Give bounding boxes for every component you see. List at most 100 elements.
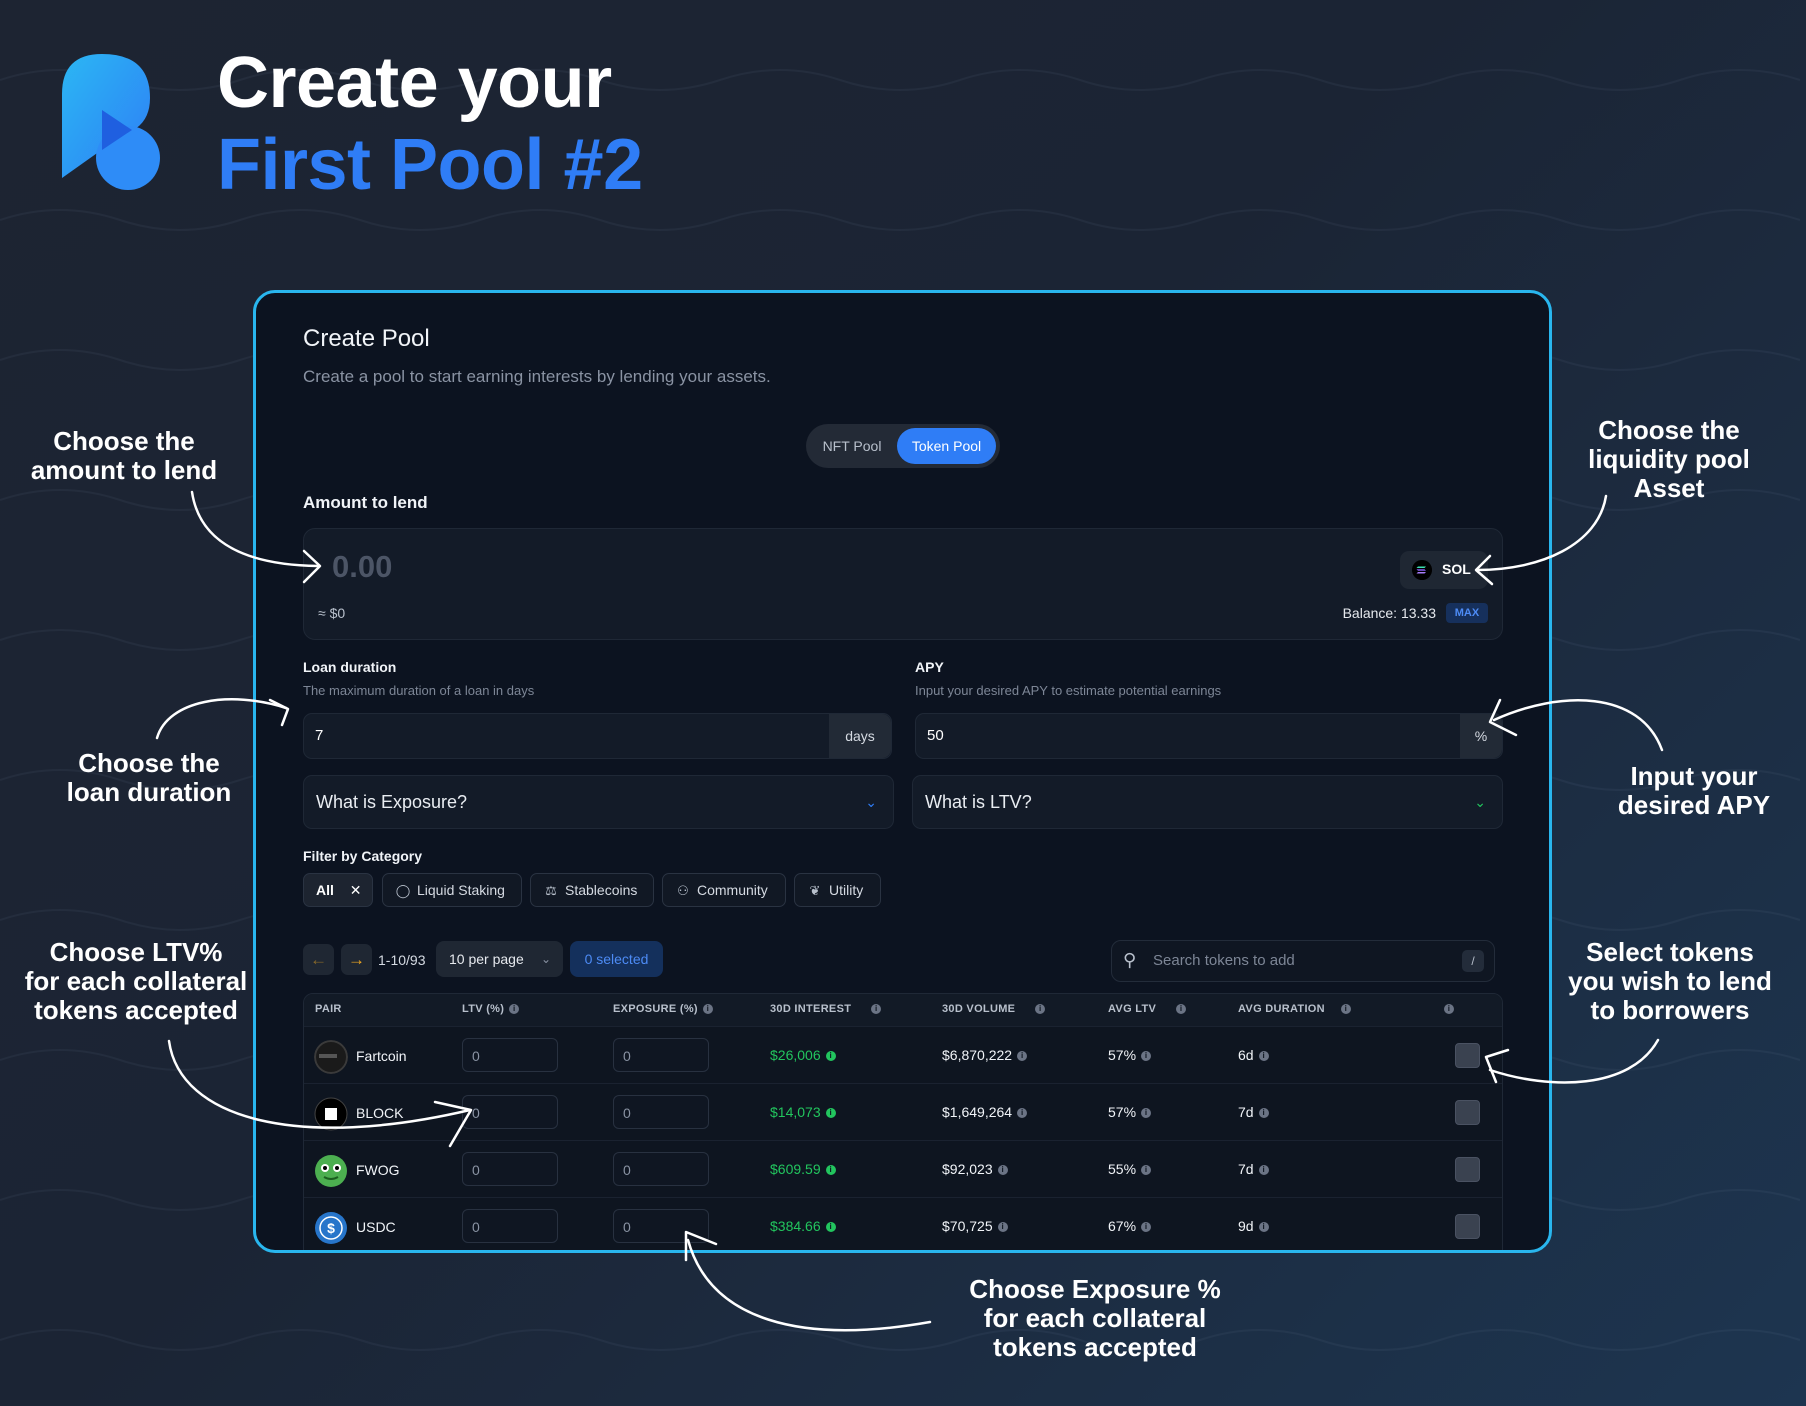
close-icon[interactable]: ✕ bbox=[350, 882, 362, 898]
annotation-line: Select tokens bbox=[1586, 937, 1754, 967]
avg-duration-cell: 7d i bbox=[1238, 1104, 1269, 1120]
select-checkbox[interactable] bbox=[1455, 1043, 1480, 1068]
avg-ltv-cell: 67% i bbox=[1108, 1218, 1152, 1234]
info-icon[interactable]: i bbox=[825, 1108, 836, 1119]
filter-chip-liquid-staking[interactable]: ◯ Liquid Staking bbox=[382, 873, 522, 907]
avg-ltv-cell: 57% i bbox=[1108, 1104, 1152, 1120]
select-checkbox[interactable] bbox=[1455, 1100, 1480, 1125]
table-row[interactable]: $ USDC 0 0 $384.66 i $70,725 i 67% i 9d i bbox=[304, 1197, 1502, 1250]
fartcoin-avatar bbox=[314, 1040, 348, 1074]
info-icon[interactable]: i bbox=[1017, 1051, 1028, 1062]
avg-ltv-value: 67% bbox=[1108, 1218, 1137, 1234]
info-icon[interactable]: i bbox=[1258, 1165, 1269, 1176]
usdc-avatar: $ bbox=[315, 1212, 347, 1244]
annotation-amount: Choose the amount to lend bbox=[28, 427, 220, 485]
avg-ltv-value: 57% bbox=[1108, 1047, 1137, 1063]
select-checkbox[interactable] bbox=[1455, 1214, 1480, 1239]
table-row[interactable]: BLOCK 0 0 $14,073 i $1,649,264 i 57% i 7d i bbox=[304, 1083, 1502, 1140]
ltv-input[interactable]: 0 bbox=[462, 1095, 558, 1129]
annotation-line: amount to lend bbox=[30, 455, 218, 485]
filter-chip-utility[interactable]: ❦ Utility bbox=[794, 873, 881, 907]
annotation-line: to borrowers bbox=[1590, 995, 1750, 1025]
info-icon[interactable]: i bbox=[1444, 1004, 1454, 1015]
chip-label: All bbox=[316, 882, 334, 898]
ltv-accordion[interactable]: What is LTV? ⌄ bbox=[912, 775, 1503, 829]
info-icon[interactable]: i bbox=[1340, 1004, 1351, 1015]
exposure-accordion[interactable]: What is Exposure? ⌄ bbox=[303, 775, 894, 829]
info-icon[interactable]: i bbox=[1017, 1108, 1028, 1119]
loan-duration-input[interactable]: 7 days bbox=[303, 713, 892, 759]
info-icon[interactable]: i bbox=[1176, 1004, 1187, 1015]
annotation-line: Asset bbox=[1633, 473, 1705, 503]
info-icon[interactable]: i bbox=[825, 1165, 836, 1176]
info-icon[interactable]: i bbox=[1141, 1165, 1152, 1176]
info-icon[interactable]: i bbox=[702, 1004, 713, 1015]
info-icon[interactable]: i bbox=[825, 1222, 836, 1233]
info-icon[interactable]: i bbox=[997, 1165, 1008, 1176]
exposure-value: 0 bbox=[623, 1048, 631, 1064]
filter-chip-stablecoins[interactable]: ⚖ Stablecoins bbox=[530, 873, 654, 907]
days-suffix: days bbox=[829, 714, 891, 758]
exposure-value: 0 bbox=[623, 1105, 631, 1121]
tab-nft-pool[interactable]: NFT Pool bbox=[812, 428, 892, 464]
apy-label: APY bbox=[915, 659, 944, 675]
ltv-input[interactable]: 0 bbox=[462, 1038, 558, 1072]
per-page-value: 10 per page bbox=[449, 951, 524, 967]
asset-select-button[interactable]: SOL bbox=[1400, 551, 1488, 589]
tab-token-pool[interactable]: Token Pool bbox=[897, 428, 996, 464]
avg-ltv-value: 57% bbox=[1108, 1104, 1137, 1120]
filter-label: Filter by Category bbox=[303, 848, 423, 864]
info-icon[interactable]: i bbox=[1035, 1004, 1046, 1015]
ltv-input[interactable]: 0 bbox=[462, 1209, 558, 1243]
volume-value: $92,023 bbox=[942, 1161, 993, 1177]
table-row[interactable]: Fartcoin 0 0 $26,006 i $6,870,222 i 57% i 6… bbox=[304, 1026, 1502, 1083]
annotation-line: you wish to lend bbox=[1568, 966, 1772, 996]
exposure-input[interactable]: 0 bbox=[613, 1209, 709, 1243]
annotation-line: Choose the bbox=[1598, 415, 1740, 445]
ltv-accordion-title: What is LTV? bbox=[925, 792, 1032, 812]
table-row[interactable]: FWOG 0 0 $609.59 i $92,023 i 55% i 7d i bbox=[304, 1140, 1502, 1197]
amount-input-box[interactable]: 0.00 ≈ $0 SOL Balance: 13.33 MAX bbox=[303, 528, 1503, 640]
info-icon[interactable]: i bbox=[1258, 1108, 1269, 1119]
annotation-line: for each collateral bbox=[983, 1303, 1207, 1333]
avg-duration-cell: 6d i bbox=[1238, 1047, 1269, 1063]
solana-icon bbox=[1412, 560, 1432, 580]
apy-input[interactable]: 50 % bbox=[915, 713, 1503, 759]
volume-cell: $92,023 i bbox=[942, 1161, 1008, 1177]
info-icon[interactable]: i bbox=[1141, 1222, 1152, 1233]
page-title: Create your First Pool #2 bbox=[217, 42, 643, 206]
info-icon[interactable]: i bbox=[871, 1004, 882, 1015]
table-header: PAIR LTV (%) i EXPOSURE (%) i 30D INTEREST… bbox=[304, 994, 1502, 1026]
prev-page-button[interactable]: ← bbox=[303, 944, 334, 975]
annotation-line: for each collateral bbox=[24, 966, 248, 996]
percent-suffix: % bbox=[1460, 714, 1502, 758]
ltv-value: 0 bbox=[472, 1162, 480, 1178]
token-search-input[interactable]: ⚲ Search tokens to add / bbox=[1111, 940, 1495, 982]
info-icon[interactable]: i bbox=[997, 1222, 1008, 1233]
filter-chip-all[interactable]: All ✕ bbox=[303, 873, 373, 907]
info-icon[interactable]: i bbox=[1141, 1108, 1152, 1119]
per-page-select[interactable]: 10 per page ⌄ bbox=[436, 941, 563, 977]
ltv-input[interactable]: 0 bbox=[462, 1152, 558, 1186]
info-icon[interactable]: i bbox=[825, 1051, 836, 1062]
selected-count[interactable]: 0 selected bbox=[570, 941, 663, 977]
info-icon[interactable]: i bbox=[509, 1004, 520, 1015]
exposure-input[interactable]: 0 bbox=[613, 1095, 709, 1129]
next-page-button[interactable]: → bbox=[341, 944, 372, 975]
search-icon: ⚲ bbox=[1123, 950, 1137, 970]
exposure-input[interactable]: 0 bbox=[613, 1152, 709, 1186]
interest-value: $14,073 bbox=[770, 1104, 821, 1120]
info-icon[interactable]: i bbox=[1258, 1222, 1269, 1233]
select-checkbox[interactable] bbox=[1455, 1157, 1480, 1182]
annotation-line: tokens accepted bbox=[993, 1332, 1197, 1362]
exposure-value: 0 bbox=[623, 1219, 631, 1235]
interest-value: $384.66 bbox=[770, 1218, 821, 1234]
max-button[interactable]: MAX bbox=[1446, 603, 1488, 623]
card-title: Create Pool bbox=[303, 325, 430, 352]
exposure-input[interactable]: 0 bbox=[613, 1038, 709, 1072]
avg-duration-value: 7d bbox=[1238, 1161, 1254, 1177]
info-icon[interactable]: i bbox=[1141, 1051, 1152, 1062]
info-icon[interactable]: i bbox=[1258, 1051, 1269, 1062]
amount-input[interactable]: 0.00 bbox=[332, 549, 392, 585]
filter-chip-community[interactable]: ⚇ Community bbox=[662, 873, 786, 907]
